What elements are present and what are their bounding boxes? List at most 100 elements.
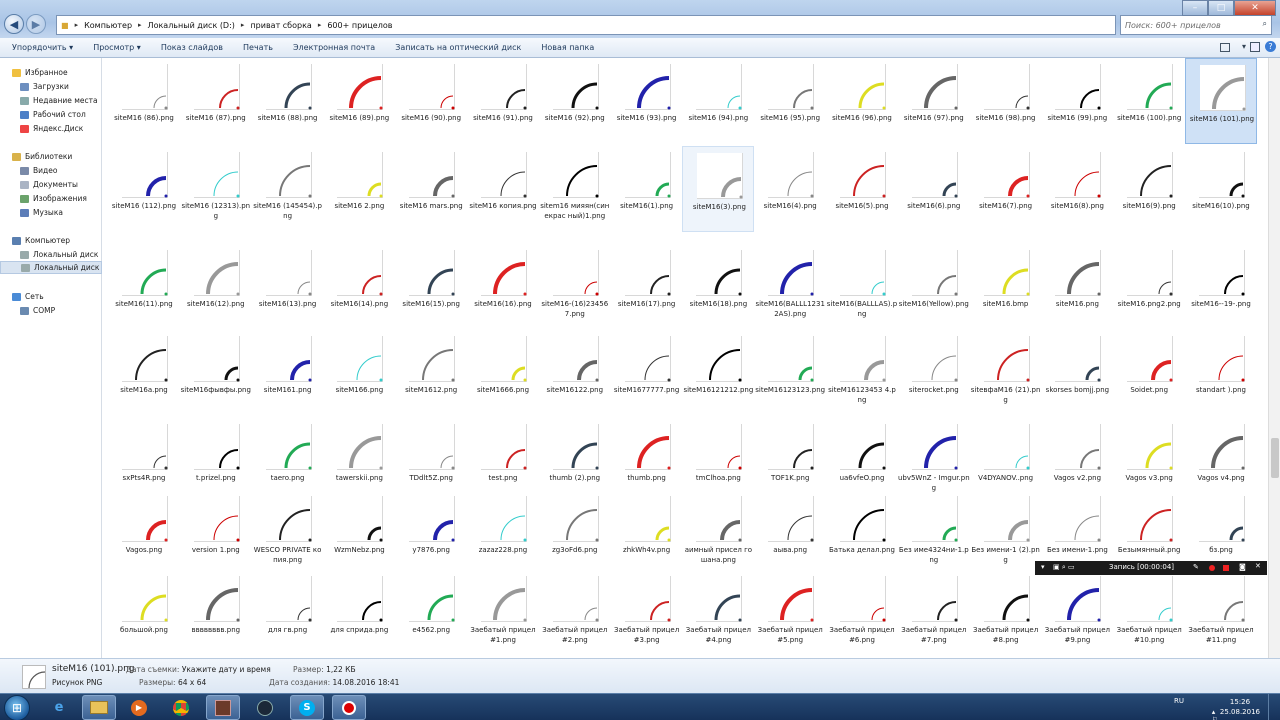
file-item[interactable]: Soidet.png [1113, 330, 1185, 416]
file-item[interactable]: siteM16123123.png [754, 330, 826, 416]
burn-disc-button[interactable]: Записать на оптический диск [395, 43, 521, 52]
file-item[interactable]: siteM16(10).png [1185, 146, 1257, 232]
file-item[interactable]: siteM16(5).png [826, 146, 898, 232]
file-item[interactable]: siteM16 (94).png [682, 58, 754, 144]
chrome-icon[interactable] [164, 695, 198, 720]
file-item[interactable]: siterocket.png [898, 330, 970, 416]
nav-favorites[interactable]: Избранное [12, 66, 114, 79]
file-item[interactable]: WzmNebz.png [323, 490, 395, 576]
view-mode-icon[interactable] [1220, 43, 1230, 52]
file-item[interactable]: siteM16123453 4.png [826, 330, 898, 416]
breadcrumb-0[interactable]: ▸ Компьютер [75, 21, 132, 30]
file-item[interactable]: siteM16(15).png [395, 244, 467, 330]
file-item[interactable]: Заебатый прицел #3.png [611, 570, 683, 656]
file-item[interactable]: Заебатый прицел #1.png [467, 570, 539, 656]
skype-taskbar-button[interactable]: S [290, 695, 324, 720]
file-item[interactable]: Без име4324ни-1.png [898, 490, 970, 576]
file-item[interactable]: Заебатый прицел #9.png [1041, 570, 1113, 656]
back-button[interactable]: ◀ [4, 14, 24, 34]
file-item[interactable]: siteM16(12).png [180, 244, 252, 330]
view-mode-dropdown-icon[interactable]: ▾ [1242, 42, 1246, 51]
file-item[interactable]: siteM16(17).png [611, 244, 683, 330]
file-item[interactable]: Заебатый прицел #7.png [898, 570, 970, 656]
file-item[interactable]: для гв.png [252, 570, 324, 656]
file-item[interactable]: siteM16 (93).png [611, 58, 683, 144]
search-input[interactable]: Поиск: 600+ прицелов ⌕ [1120, 15, 1272, 35]
file-item[interactable]: вввввввв.png [180, 570, 252, 656]
file-item[interactable]: Без имени-1 (2).png [970, 490, 1042, 576]
file-item[interactable]: siteM16(9).png [1113, 146, 1185, 232]
help-icon[interactable]: ? [1265, 41, 1276, 52]
file-item[interactable]: siteM1612.png [395, 330, 467, 416]
address-bar[interactable]: ■ ▸ Компьютер ▸ Локальный диск (D:) ▸ прива… [56, 15, 1116, 35]
file-item[interactable]: siteM16 (96).png [826, 58, 898, 144]
file-item[interactable]: е4562.png [395, 570, 467, 656]
file-item[interactable]: siteM16(BALLLAS).png [826, 244, 898, 330]
file-item[interactable]: siteвфaM16 (21).png [970, 330, 1042, 416]
file-item[interactable]: большой.png [108, 570, 180, 656]
file-item[interactable]: Заебатый прицел #8.png [970, 570, 1042, 656]
file-item[interactable]: Заебатый прицел #5.png [754, 570, 826, 656]
file-item[interactable]: siteM16 (86).png [108, 58, 180, 144]
file-item[interactable]: siteM16(3).png [682, 146, 755, 232]
show-desktop-button[interactable] [1268, 694, 1280, 720]
file-item[interactable]: skorses bomjj.png [1041, 330, 1113, 416]
tray-icons[interactable]: ▴ ⚐ ▮ ♪ [1212, 708, 1218, 720]
file-item[interactable]: siteM16 (99).png [1041, 58, 1113, 144]
record-icon[interactable] [1209, 565, 1215, 571]
start-button[interactable]: ⊞ [4, 695, 30, 720]
recorder-taskbar-button[interactable] [332, 695, 366, 720]
file-item[interactable]: Заебатый прицел #11.png [1185, 570, 1257, 656]
file-item[interactable]: siteM16.bmp [970, 244, 1042, 330]
vertical-scrollbar[interactable] [1268, 58, 1280, 658]
maximize-button[interactable]: □ [1208, 0, 1234, 16]
recorder-close-icon[interactable]: ✕ [1255, 562, 1261, 570]
nav-network[interactable]: Сеть [12, 290, 114, 303]
slideshow-button[interactable]: Показ слайдов [161, 43, 223, 52]
email-button[interactable]: Электронная почта [293, 43, 375, 52]
file-item[interactable]: siteM16 (87).png [180, 58, 252, 144]
file-item[interactable]: siteM16(1).png [611, 146, 683, 232]
pen-icon[interactable]: ✎ [1193, 563, 1199, 571]
file-item[interactable]: zg3oFd6.png [539, 490, 611, 576]
nav-libraries[interactable]: Библиотеки [12, 150, 114, 163]
file-item[interactable]: siteM16 (92).png [539, 58, 611, 144]
file-item[interactable]: standart ).png [1185, 330, 1257, 416]
file-item[interactable]: siteM16 (101).png [1185, 58, 1257, 144]
language-indicator[interactable]: RU [1174, 697, 1184, 705]
file-item[interactable]: version 1.png [180, 490, 252, 576]
nav-computer[interactable]: Компьютер [12, 234, 114, 247]
file-item[interactable]: Заебатый прицел #2.png [539, 570, 611, 656]
media-player-icon[interactable]: ▶ [122, 695, 156, 720]
breadcrumb-3[interactable]: ▸ 600+ прицелов [318, 21, 393, 30]
file-item[interactable]: siteM16.png [1041, 244, 1113, 330]
close-button[interactable]: ✕ [1234, 0, 1276, 16]
file-item[interactable]: для сприда.png [323, 570, 395, 656]
file-item[interactable]: siteM16 (88).png [252, 58, 324, 144]
file-item[interactable]: y7876.png [395, 490, 467, 576]
print-button[interactable]: Печать [243, 43, 273, 52]
steam-icon[interactable] [248, 695, 282, 720]
file-item[interactable]: siteM16122.png [539, 330, 611, 416]
recorder-menu-icon[interactable]: ▾ [1041, 563, 1045, 571]
file-item[interactable]: siteM16 (145454).png [252, 146, 324, 232]
file-item[interactable]: siteM16121212.png [682, 330, 754, 416]
preview-pane-icon[interactable] [1250, 42, 1260, 52]
file-item[interactable]: siteM16 (12313).png [180, 146, 252, 232]
ie-icon[interactable]: e [42, 695, 76, 720]
file-item[interactable]: sitem16 мияян(синекрас ный)1.png [539, 146, 611, 232]
file-item[interactable]: siteM16--19-.png [1185, 244, 1257, 330]
file-item[interactable]: siteM16фывфы.png [180, 330, 252, 416]
file-item[interactable]: zazaz228.png [467, 490, 539, 576]
file-item[interactable]: siteM16 2.png [323, 146, 395, 232]
file-item[interactable]: siteM16(11).png [108, 244, 180, 330]
view-button[interactable]: Просмотр ▾ [93, 43, 141, 52]
file-item[interactable]: siteM16 (98).png [970, 58, 1042, 144]
file-item[interactable]: siteM1677777.png [611, 330, 683, 416]
file-item[interactable]: siteM16 mars.png [395, 146, 467, 232]
file-item[interactable]: siteM16 (97).png [898, 58, 970, 144]
new-folder-button[interactable]: Новая папка [541, 43, 594, 52]
forward-button[interactable]: ▶ [26, 14, 46, 34]
file-item[interactable]: Vagos.png [108, 490, 180, 576]
file-item[interactable]: Батька делал.png [826, 490, 898, 576]
